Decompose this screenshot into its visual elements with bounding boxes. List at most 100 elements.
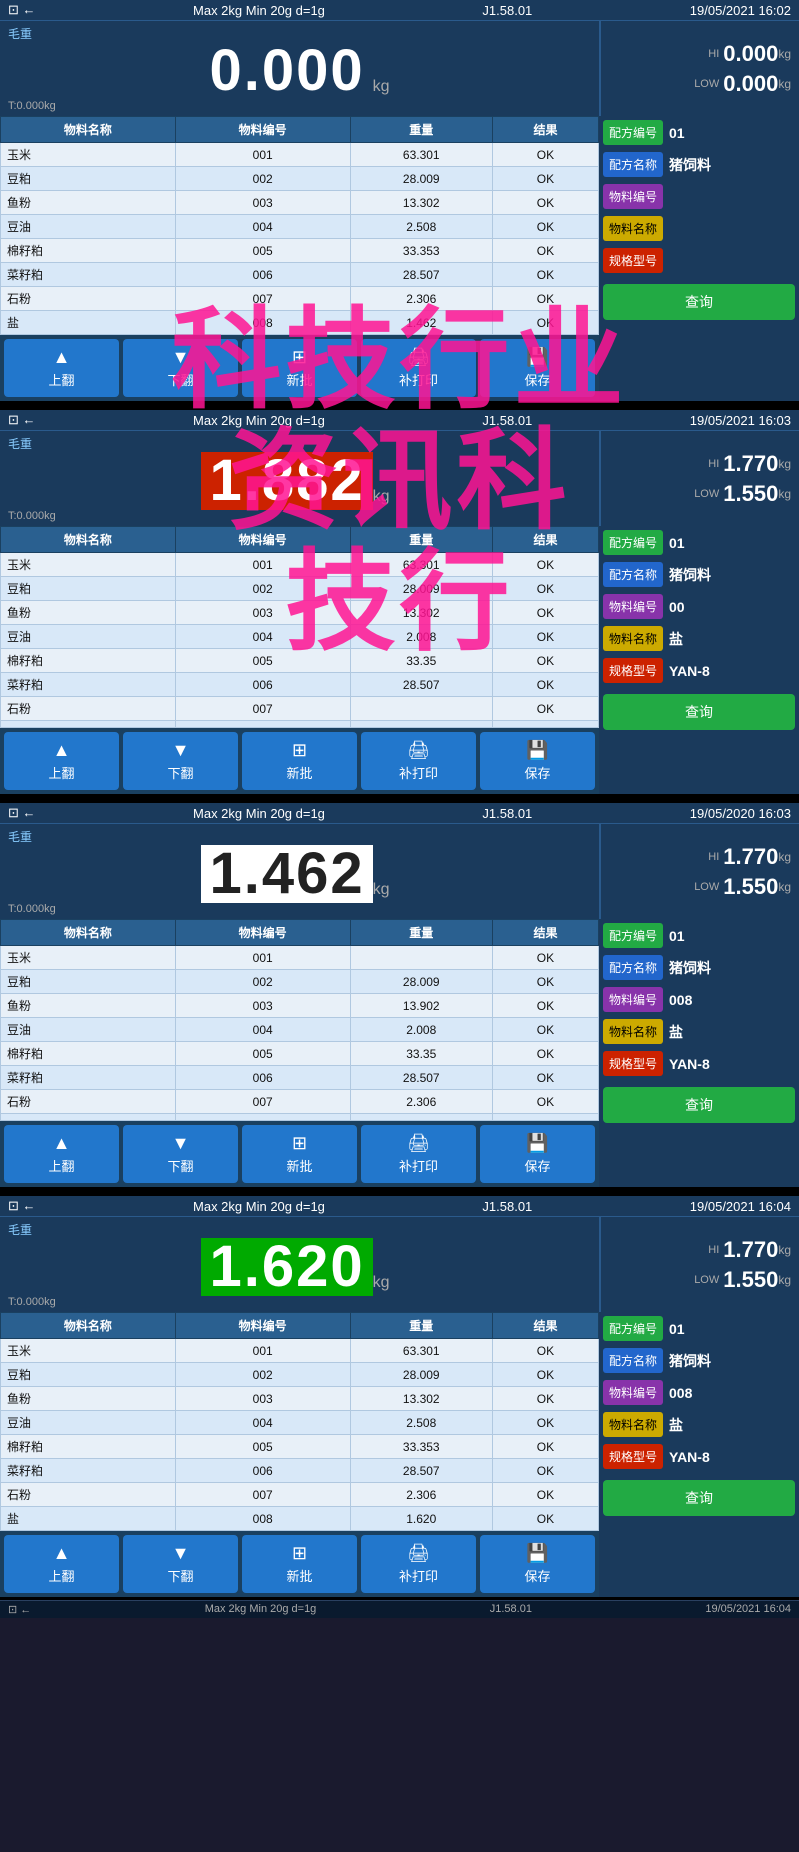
toolbar-btn-保存[interactable]: 💾保存 <box>480 339 595 397</box>
weight-right: HI 0.000 kg LOW 0.000 kg <box>599 21 799 116</box>
query-button-3[interactable]: 查询 <box>603 1087 795 1123</box>
info-label-0: 配方编号 <box>603 530 663 555</box>
hi-value: 1.770 <box>723 844 778 870</box>
table-cell: 005 <box>175 1435 350 1459</box>
table-row: 石粉0072.306OK <box>1 1090 599 1114</box>
header-model: J1.58.01 <box>482 806 532 821</box>
info-label-3: 物料名称 <box>603 1019 663 1044</box>
low-unit: kg <box>778 77 791 91</box>
table-row: 菜籽粕00628.507OK <box>1 263 599 287</box>
panel-4-info-panel: 配方编号01配方名称猪饲料物料编号008物料名称盐规格型号YAN-8查询 <box>599 1312 799 1597</box>
info-row-2: 物料编号008 <box>603 987 795 1012</box>
toolbar-btn-上翻[interactable]: ▲上翻 <box>4 339 119 397</box>
table-cell: 13.902 <box>350 994 492 1018</box>
toolbar-btn-上翻[interactable]: ▲上翻 <box>4 1535 119 1593</box>
toolbar-btn-补打印[interactable]: 🖨补打印 <box>361 1125 476 1183</box>
weight-value: 1.620 <box>201 1238 372 1296</box>
toolbar-btn-label: 下翻 <box>167 370 193 389</box>
table-cell: OK <box>492 239 598 263</box>
hi-label: HI <box>708 851 719 863</box>
panel-1-info-panel: 配方编号01配方名称猪饲料物料编号物料名称规格型号查询 <box>599 116 799 401</box>
toolbar-btn-新批[interactable]: ⊞ 新批 <box>242 1535 357 1593</box>
toolbar-btn-icon-2: ⊞ <box>292 347 307 368</box>
toolbar-btn-icon-4: 💾 <box>526 347 548 368</box>
toolbar-btn-新批[interactable]: ⊞新批 <box>242 732 357 790</box>
low-value: 0.000 <box>723 71 778 97</box>
panel-4-header: ⊡ ← Max 2kg Min 20g d=1g J1.58.01 19/05/… <box>0 1196 799 1217</box>
toolbar-btn-下翻[interactable]: ▼下翻 <box>123 732 238 790</box>
query-button-1[interactable]: 查询 <box>603 284 795 320</box>
table-row: 棉籽粕00533.35OK <box>1 1042 599 1066</box>
table-cell: 盐 <box>1 1507 176 1531</box>
toolbar-btn-icon-0: ▲ <box>53 347 71 368</box>
toolbar-btn-新批[interactable]: ⊞新批 <box>242 1125 357 1183</box>
toolbar-btn-icon-0: ▲ <box>53 1543 71 1564</box>
toolbar-btn-下翻[interactable]: ▼下翻 <box>123 339 238 397</box>
table-row: 豆粕00228.009OK <box>1 970 599 994</box>
header-spec: Max 2kg Min 20g d=1g <box>193 806 325 821</box>
header-datetime: 19/05/2020 16:03 <box>690 806 791 821</box>
toolbar-btn-新批[interactable]: ⊞新批 <box>242 339 357 397</box>
panel-3-weight-area: 毛重 1.462 kg T:0.000kg HI 1.770 kg LOW 1.… <box>0 824 799 919</box>
table-cell: OK <box>492 1483 598 1507</box>
table-cell: 33.353 <box>350 239 492 263</box>
table-header-cell: 物料名称 <box>1 527 176 553</box>
toolbar-btn-下翻[interactable]: ▼下翻 <box>123 1125 238 1183</box>
table-row: 棉籽粕00533.35OK <box>1 649 599 673</box>
table-cell: OK <box>492 970 598 994</box>
info-row-2: 物料编号008 <box>603 1380 795 1405</box>
info-label-2: 物料编号 <box>603 184 663 209</box>
table-header-cell: 物料编号 <box>175 117 350 143</box>
toolbar-btn-补打印[interactable]: 🖨补打印 <box>361 732 476 790</box>
weight-row: 1.462 kg <box>201 845 397 903</box>
info-row-3: 物料名称盐 <box>603 626 795 651</box>
toolbar-btn-上翻[interactable]: ▲上翻 <box>4 732 119 790</box>
toolbar-btn-保存[interactable]: 💾保存 <box>480 1535 595 1593</box>
low-value: 1.550 <box>723 481 778 507</box>
panel-3-toolbar: ▲上翻▼下翻⊞新批🖨补打印💾保存 <box>0 1121 599 1187</box>
table-cell: 鱼粉 <box>1 994 176 1018</box>
query-button-4[interactable]: 查询 <box>603 1480 795 1516</box>
low-label: LOW <box>694 78 719 90</box>
toolbar-btn-补打印[interactable]: 🖨补打印 <box>361 1535 476 1593</box>
weight-value: 1.882 <box>201 452 372 510</box>
table-cell: OK <box>492 1042 598 1066</box>
hi-row: HI 1.770 kg <box>609 842 791 872</box>
weight-right: HI 1.770 kg LOW 1.550 kg <box>599 824 799 919</box>
table-cell: 豆油 <box>1 1411 176 1435</box>
table-row: 豆粕00228.009OK <box>1 1363 599 1387</box>
toolbar-btn-补打印[interactable]: 🖨补打印 <box>361 339 476 397</box>
table-cell: 棉籽粕 <box>1 1435 176 1459</box>
panel-1-weight-area: 毛重 0.000 kg T:0.000kg HI 0.000 kg LOW 0.… <box>0 21 799 116</box>
toolbar-btn-下翻[interactable]: ▼下翻 <box>123 1535 238 1593</box>
table-cell: 鱼粉 <box>1 191 176 215</box>
toolbar-btn-icon-2: ⊞ <box>292 1543 307 1564</box>
query-button-2[interactable]: 查询 <box>603 694 795 730</box>
table-cell: 33.35 <box>350 1042 492 1066</box>
table-cell: 33.353 <box>350 1435 492 1459</box>
toolbar-btn-保存[interactable]: 💾保存 <box>480 732 595 790</box>
info-label-1: 配方名称 <box>603 562 663 587</box>
hi-row: HI 1.770 kg <box>609 1235 791 1265</box>
info-value-4: YAN-8 <box>669 1056 710 1072</box>
table-cell: 石粉 <box>1 1090 176 1114</box>
toolbar-btn-保存[interactable]: 💾保存 <box>480 1125 595 1183</box>
table-row: 豆油0042.008OK <box>1 625 599 649</box>
table-cell: 004 <box>175 1018 350 1042</box>
table-header-cell: 物料编号 <box>175 1313 350 1339</box>
table-cell: 13.302 <box>350 1387 492 1411</box>
table-cell: 006 <box>175 263 350 287</box>
table-cell: 28.009 <box>350 577 492 601</box>
toolbar-btn-label: 新批 <box>286 1566 312 1585</box>
table-cell: 007 <box>175 697 350 721</box>
table-cell: 豆油 <box>1 215 176 239</box>
hi-label: HI <box>708 1244 719 1256</box>
toolbar-btn-icon-1: ▼ <box>172 740 190 761</box>
toolbar-btn-上翻[interactable]: ▲上翻 <box>4 1125 119 1183</box>
table-row: 玉米00163.301OK <box>1 143 599 167</box>
info-row-1: 配方名称猪饲料 <box>603 955 795 980</box>
table-header-cell: 结果 <box>492 117 598 143</box>
panel-3-header: ⊡ ← Max 2kg Min 20g d=1g J1.58.01 19/05/… <box>0 803 799 824</box>
table-cell: 1.620 <box>350 1507 492 1531</box>
weight-unit: kg <box>373 78 398 100</box>
